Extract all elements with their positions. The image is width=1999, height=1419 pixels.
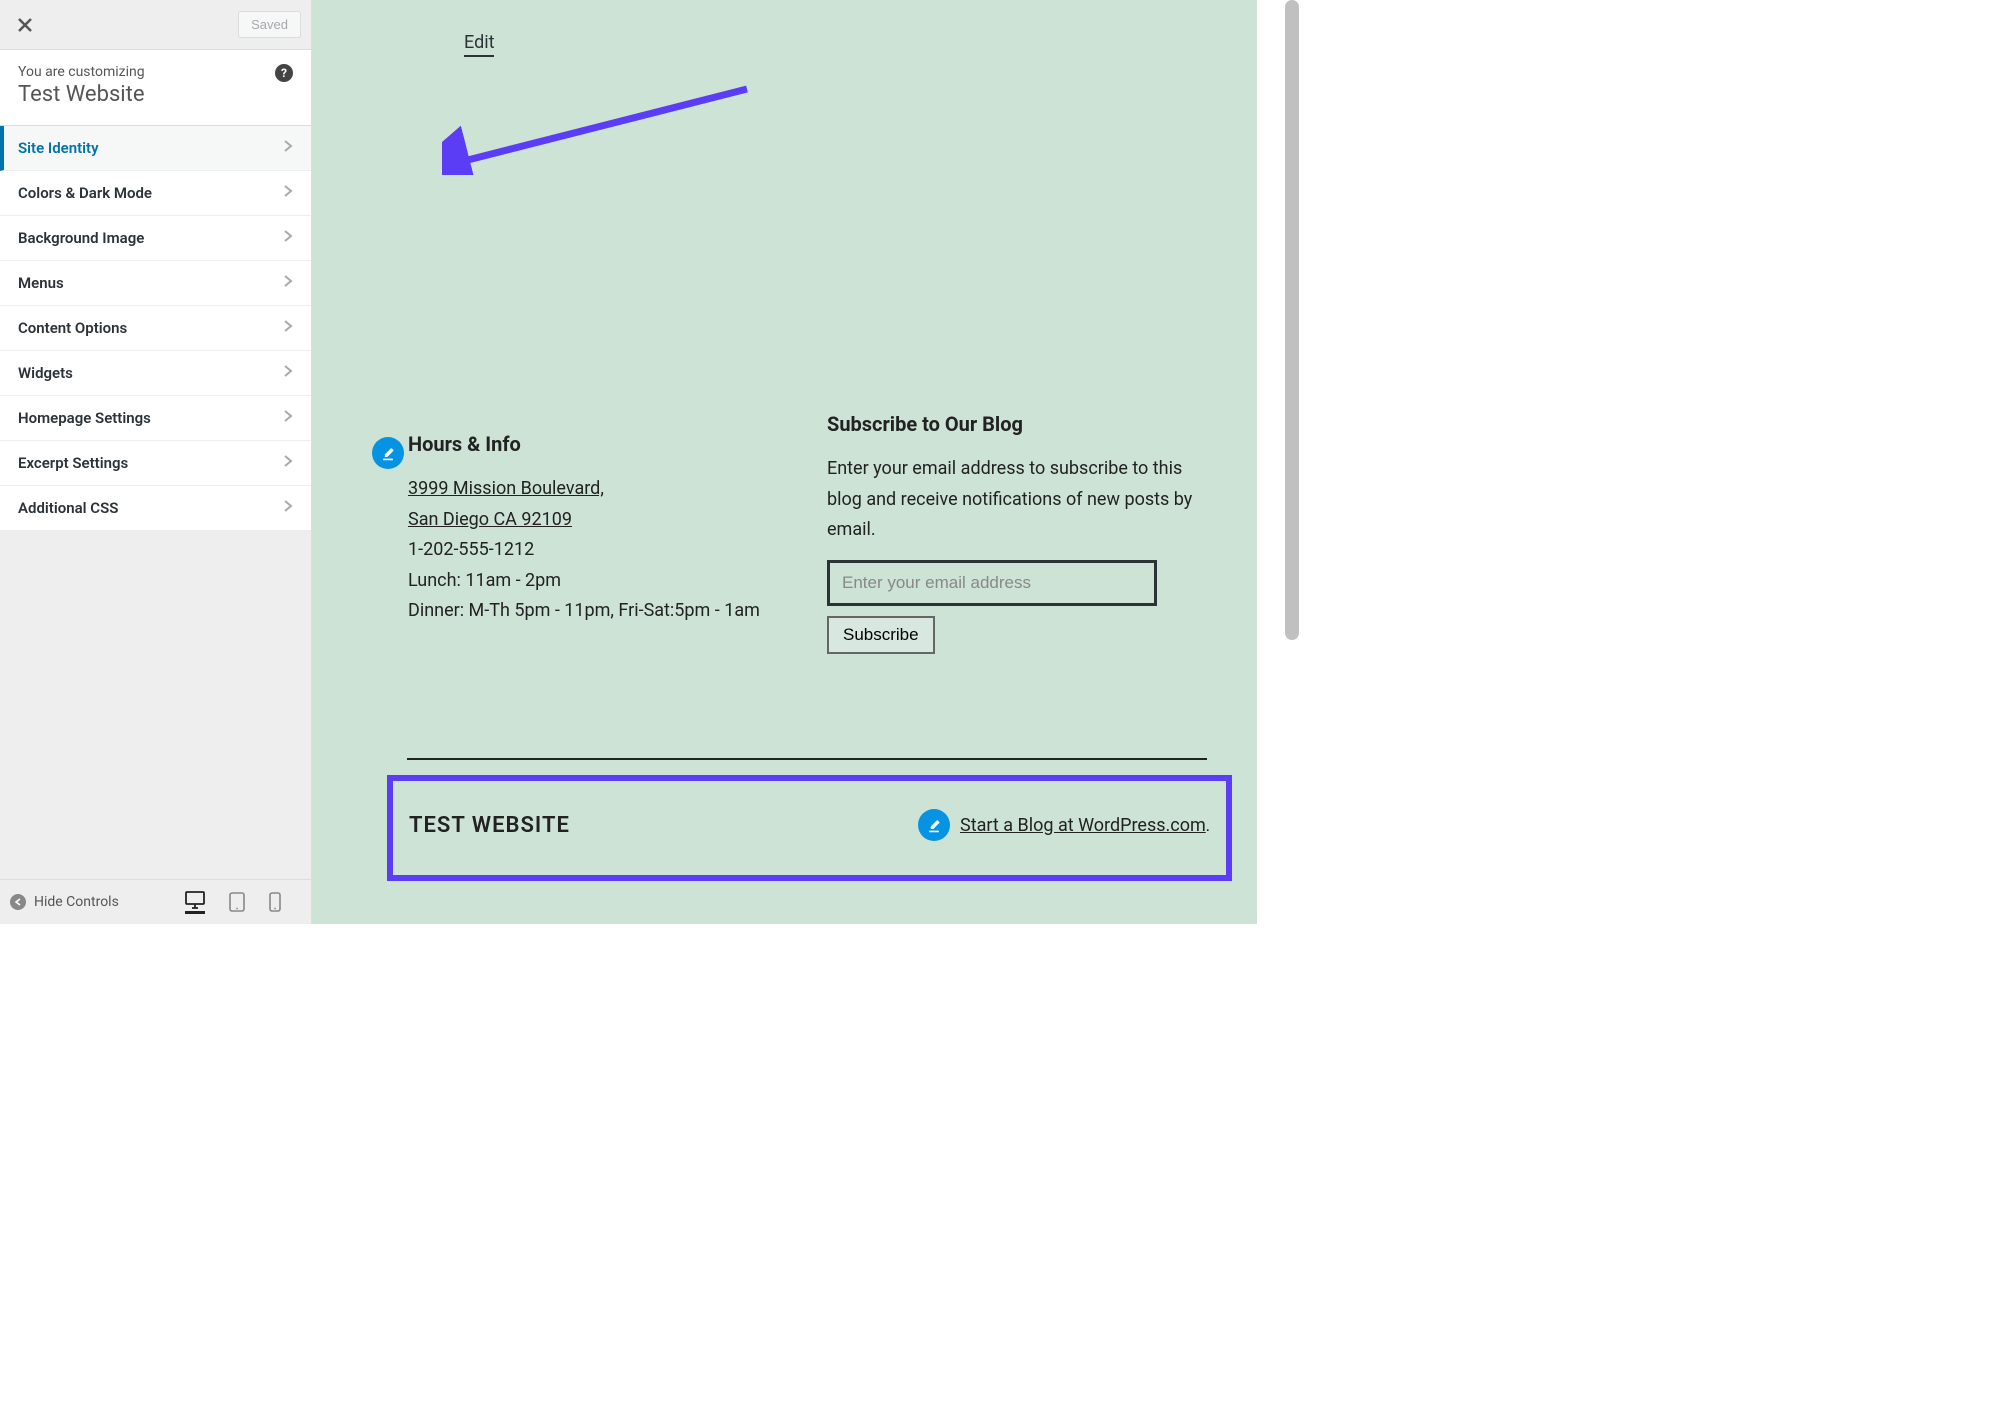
hide-controls-label: Hide Controls xyxy=(34,894,119,910)
hours-widget: Hours & Info 3999 Mission Boulevard, San… xyxy=(408,432,787,654)
sidebar-fill xyxy=(0,531,311,879)
pencil-icon xyxy=(380,445,396,461)
site-name-label: Test Website xyxy=(18,82,293,107)
sidebar-item-menus[interactable]: Menus xyxy=(0,261,311,306)
chevron-right-icon xyxy=(283,229,293,247)
sidebar-item-homepage[interactable]: Homepage Settings xyxy=(0,396,311,441)
sidebar-item-label: Colors & Dark Mode xyxy=(18,184,152,202)
subscribe-desc: Enter your email address to subscribe to… xyxy=(827,454,1206,546)
sidebar-item-label: Additional CSS xyxy=(18,499,118,517)
tablet-icon[interactable] xyxy=(229,891,245,914)
address-line2[interactable]: San Diego CA 92109 xyxy=(408,509,572,530)
preview-pane[interactable]: Edit Hours & Info 3999 Mission Boulevard… xyxy=(312,0,1302,924)
phone-line: 1-202-555-1212 xyxy=(408,535,787,566)
edit-footer-badge[interactable] xyxy=(918,809,950,841)
footer-right: Start a Blog at WordPress.com. xyxy=(918,809,1210,841)
sidebar-item-label: Site Identity xyxy=(18,139,99,157)
chevron-right-icon xyxy=(283,319,293,337)
right-gutter xyxy=(1257,0,1302,924)
sidebar-item-label: Homepage Settings xyxy=(18,409,151,427)
help-icon[interactable]: ? xyxy=(275,64,293,82)
sidebar-item-label: Content Options xyxy=(18,319,127,337)
sidebar-bottombar: Hide Controls xyxy=(0,879,311,924)
customizer-sidebar: Saved You are customizing Test Website ?… xyxy=(0,0,312,924)
desktop-icon[interactable] xyxy=(185,891,205,914)
lunch-line: Lunch: 11am - 2pm xyxy=(408,566,787,597)
sidebar-item-css[interactable]: Additional CSS xyxy=(0,486,311,531)
sidebar-item-label: Menus xyxy=(18,274,64,292)
hours-title: Hours & Info xyxy=(408,432,787,456)
sidebar-item-excerpt[interactable]: Excerpt Settings xyxy=(0,441,311,486)
mobile-icon[interactable] xyxy=(269,891,281,914)
sidebar-item-label: Excerpt Settings xyxy=(18,454,128,472)
customizing-label: You are customizing xyxy=(18,64,293,80)
collapse-left-icon xyxy=(10,894,26,910)
chevron-right-icon xyxy=(283,364,293,382)
address-line1[interactable]: 3999 Mission Boulevard, xyxy=(408,478,604,499)
footer-widgets: Hours & Info 3999 Mission Boulevard, San… xyxy=(408,432,1206,654)
sidebar-topbar: Saved xyxy=(0,0,311,50)
chevron-right-icon xyxy=(283,499,293,517)
pencil-icon xyxy=(926,817,942,833)
chevron-right-icon xyxy=(283,184,293,202)
chevron-right-icon xyxy=(283,409,293,427)
sidebar-item-colors[interactable]: Colors & Dark Mode xyxy=(0,171,311,216)
sidebar-menu: Site Identity Colors & Dark Mode Backgro… xyxy=(0,126,311,531)
footer-wp-wrap: Start a Blog at WordPress.com. xyxy=(960,815,1210,836)
sidebar-header: You are customizing Test Website ? xyxy=(0,50,311,126)
annotation-arrow xyxy=(442,85,752,175)
edit-widget-badge[interactable] xyxy=(372,437,404,469)
sidebar-item-background[interactable]: Background Image xyxy=(0,216,311,261)
sidebar-item-widgets[interactable]: Widgets xyxy=(0,351,311,396)
sidebar-item-site-identity[interactable]: Site Identity xyxy=(0,126,311,171)
email-field[interactable] xyxy=(827,560,1157,606)
wp-blog-link[interactable]: Start a Blog at WordPress.com xyxy=(960,815,1206,836)
wp-link-suffix: . xyxy=(1206,816,1210,835)
scrollbar-thumb[interactable] xyxy=(1285,0,1299,640)
saved-button: Saved xyxy=(238,11,301,38)
subscribe-title: Subscribe to Our Blog xyxy=(827,412,1206,436)
close-icon[interactable] xyxy=(10,10,40,40)
hide-controls-button[interactable]: Hide Controls xyxy=(10,894,177,910)
sidebar-item-label: Widgets xyxy=(18,364,73,382)
subscribe-widget: Subscribe to Our Blog Enter your email a… xyxy=(827,412,1206,654)
edit-link[interactable]: Edit xyxy=(464,32,494,57)
footer-site-title: TEST WEBSITE xyxy=(409,813,570,838)
sidebar-item-label: Background Image xyxy=(18,229,144,247)
dinner-line: Dinner: M-Th 5pm - 11pm, Fri-Sat:5pm - 1… xyxy=(408,596,787,627)
chevron-right-icon xyxy=(283,454,293,472)
footer-separator xyxy=(407,758,1207,760)
chevron-right-icon xyxy=(283,274,293,292)
sidebar-item-content-options[interactable]: Content Options xyxy=(0,306,311,351)
app-root: Saved You are customizing Test Website ?… xyxy=(0,0,1302,924)
subscribe-button[interactable]: Subscribe xyxy=(827,616,935,654)
chevron-right-icon xyxy=(283,139,293,157)
device-switcher xyxy=(185,891,301,914)
site-footer-highlight: TEST WEBSITE Start a Blog at WordPress.c… xyxy=(387,775,1232,881)
